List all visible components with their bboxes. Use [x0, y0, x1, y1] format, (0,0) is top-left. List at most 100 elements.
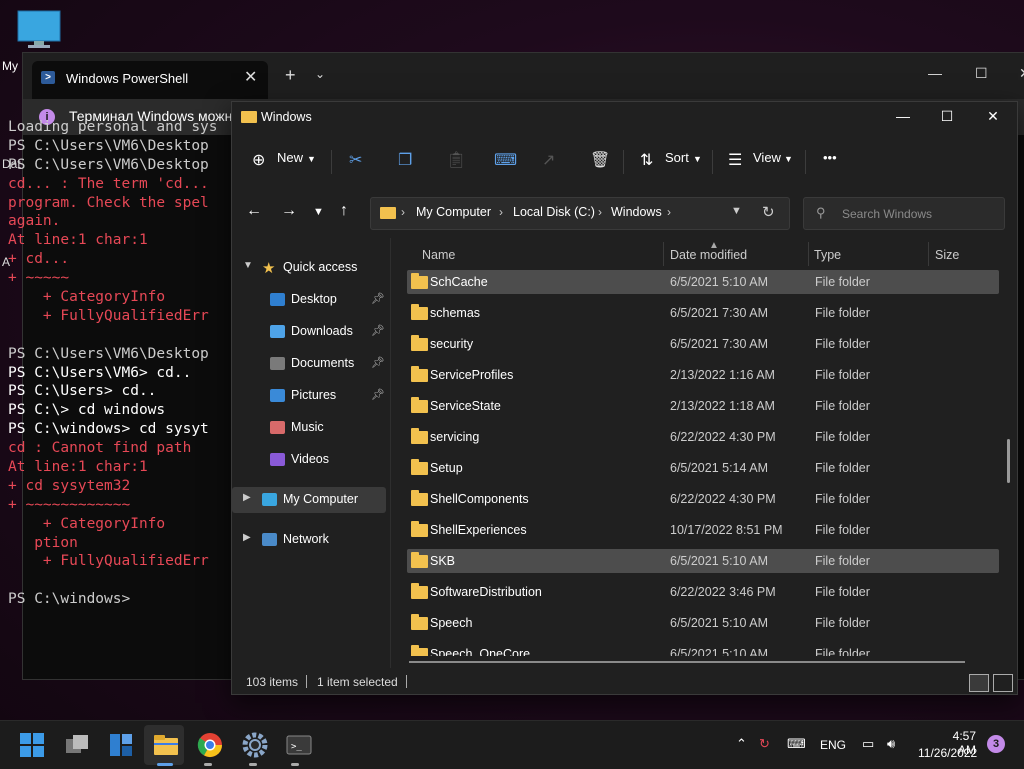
file-row[interactable]: schemas 6/5/2021 7:30 AM File folder — [407, 301, 999, 325]
folder-icon — [411, 397, 428, 413]
terminal-line: At line:1 char:1 — [8, 232, 148, 249]
file-type: File folder — [815, 616, 870, 630]
folder-icon — [411, 335, 428, 351]
terminal-titlebar[interactable]: > Windows PowerShell ✕ + ⌄ — ☐ ✕ — [23, 53, 1024, 99]
file-row[interactable]: ShellExperiences 10/17/2022 8:51 PM File f… — [407, 518, 999, 542]
terminal-button[interactable]: >_ — [285, 731, 313, 759]
terminal-line: PS C:\Users\VM6> cd.. — [8, 364, 192, 381]
file-type: File folder — [815, 306, 870, 320]
folder-icon — [411, 583, 428, 599]
svg-text:>_: >_ — [291, 742, 302, 752]
language-indicator[interactable]: ENG — [820, 738, 846, 752]
horizontal-scrollbar[interactable] — [409, 661, 965, 663]
terminal-tab[interactable]: > Windows PowerShell ✕ — [32, 61, 268, 99]
file-row[interactable]: Setup 6/5/2021 5:14 AM File folder — [407, 456, 999, 480]
file-name: SoftwareDistribution — [430, 585, 542, 599]
terminal-line: cd... : The term 'cd... — [8, 175, 209, 192]
file-row[interactable]: SKB 6/5/2021 5:10 AM File folder — [407, 549, 999, 573]
folder-icon — [411, 428, 428, 444]
file-explorer-button[interactable] — [152, 731, 180, 759]
details-view-icon[interactable] — [969, 674, 989, 692]
file-row[interactable]: SoftwareDistribution 6/22/2022 3:46 PM Fil… — [407, 580, 999, 604]
file-type: File folder — [815, 461, 870, 475]
terminal-line: + CategoryInfo — [8, 289, 166, 306]
terminal-line: again. — [8, 213, 61, 230]
file-row[interactable]: security 6/5/2021 7:30 AM File folder — [407, 332, 999, 356]
folder-icon — [411, 552, 428, 568]
file-type: File folder — [815, 554, 870, 568]
keyboard-icon[interactable]: ⌨ — [787, 736, 806, 752]
file-type: File folder — [815, 368, 870, 382]
chevron-down-icon[interactable]: ⌄ — [315, 67, 325, 81]
file-name: servicing — [430, 430, 480, 444]
terminal-line: PS C:\Users> cd.. — [8, 383, 157, 400]
vertical-scrollbar[interactable] — [1007, 439, 1010, 483]
volume-icon[interactable]: 🔊︎ — [887, 736, 895, 752]
tiles-view-icon[interactable] — [993, 674, 1013, 692]
file-date: 6/22/2022 4:30 PM — [670, 492, 776, 506]
file-date: 2/13/2022 1:18 AM — [670, 399, 775, 413]
minimize-icon[interactable]: — — [928, 65, 942, 81]
close-icon[interactable]: ✕ — [1019, 65, 1024, 82]
file-row[interactable]: Speech 6/5/2021 5:10 AM File folder — [407, 611, 999, 635]
file-row[interactable]: servicing 6/22/2022 4:30 PM File folder — [407, 425, 999, 449]
file-type: File folder — [815, 523, 870, 537]
file-row[interactable]: ServiceState 2/13/2022 1:18 AM File folder — [407, 394, 999, 418]
widgets-button[interactable] — [107, 731, 135, 759]
folder-icon — [411, 459, 428, 475]
folder-icon — [411, 366, 428, 382]
running-indicator — [291, 763, 299, 766]
active-indicator — [157, 763, 173, 766]
file-row[interactable]: ShellComponents 6/22/2022 4:30 PM File fol… — [407, 487, 999, 511]
terminal-line: ption — [8, 534, 78, 551]
desktop-icon-label: My — [2, 59, 18, 73]
terminal-output[interactable]: Loading personal and sys PS C:\Users\VM6\… — [8, 118, 218, 609]
terminal-line: + ~~~~~ — [8, 270, 70, 287]
file-date: 6/5/2021 5:10 AM — [670, 616, 768, 630]
file-type: File folder — [815, 430, 870, 444]
folder-icon — [411, 490, 428, 506]
maximize-icon[interactable]: ☐ — [975, 65, 988, 82]
terminal-line: At line:1 char:1 — [8, 459, 148, 476]
terminal-line: PS C:\windows> cd sysyt — [8, 421, 209, 438]
folder-icon — [411, 645, 428, 656]
folder-icon — [411, 304, 428, 320]
this-pc-desktop-icon[interactable] — [16, 10, 62, 50]
task-view-button[interactable] — [63, 731, 91, 759]
file-name: ShellExperiences — [430, 523, 527, 537]
network-icon[interactable]: ▭ — [862, 736, 874, 752]
status-separator — [306, 675, 307, 688]
terminal-line: + cd sysytem32 — [8, 477, 131, 494]
file-date: 10/17/2022 8:51 PM — [670, 523, 783, 537]
close-tab-icon[interactable]: ✕ — [244, 67, 257, 87]
new-tab-icon[interactable]: + — [285, 65, 296, 86]
terminal-line: Loading personal and sys — [8, 119, 218, 135]
settings-button[interactable] — [241, 731, 269, 759]
file-name: Setup — [430, 461, 463, 475]
file-row[interactable]: SchCache 6/5/2021 5:10 AM File folder — [407, 270, 999, 294]
file-name: security — [430, 337, 474, 351]
chevron-up-icon[interactable]: ⌃ — [736, 736, 747, 752]
file-name: SKB — [430, 554, 456, 568]
terminal-line: + ~~~~~~~~~~~~ — [8, 496, 131, 513]
clock-date[interactable]: 11/26/2022 — [918, 746, 977, 760]
file-name: SchCache — [430, 275, 488, 289]
update-icon[interactable]: ↻ — [759, 736, 770, 752]
file-type: File folder — [815, 647, 870, 656]
chrome-button[interactable] — [196, 731, 224, 759]
taskbar: >_ ⌃ ↻ ⌨ ENG ▭ 🔊︎ 4:57 AM 11/26/2022 3 — [0, 720, 1024, 769]
file-name: Speech_OneCore — [430, 647, 531, 656]
running-indicator — [249, 763, 257, 766]
notification-badge[interactable]: 3 — [987, 735, 1005, 753]
terminal-line: + cd... — [8, 251, 70, 268]
file-type: File folder — [815, 337, 870, 351]
status-separator — [406, 675, 407, 688]
file-row[interactable]: ServiceProfiles 2/13/2022 1:16 AM File fol… — [407, 363, 999, 387]
file-type: File folder — [815, 275, 870, 289]
terminal-line: program. Check the spel — [8, 194, 209, 211]
start-button[interactable] — [18, 731, 46, 759]
file-row[interactable]: Speech_OneCore 6/5/2021 5:10 AM File folde… — [407, 642, 999, 656]
file-explorer-window[interactable]: Windows — ☐ ✕ ⊕ New ▼ ✂ ❐ 📋︎ ⌨︎ ↗ 🗑︎ ⇅ S… — [231, 101, 1018, 695]
